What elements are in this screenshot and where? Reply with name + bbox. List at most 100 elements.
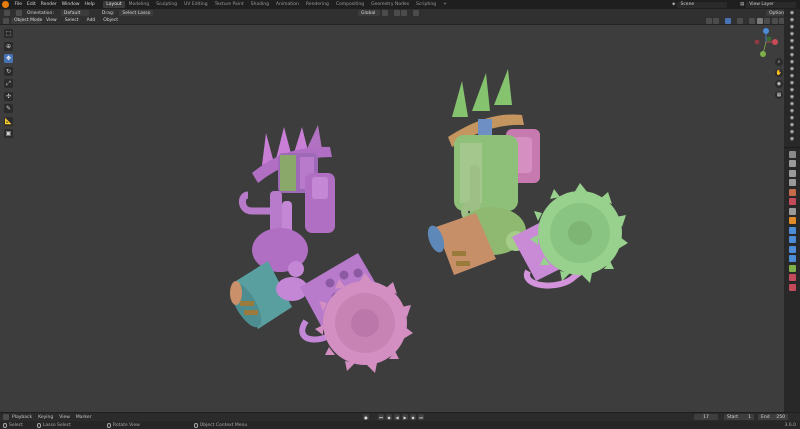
add-workspace-button[interactable]: + (440, 1, 450, 8)
tab-rendering[interactable]: Rendering (303, 1, 332, 8)
viewport-shading-controls (704, 17, 785, 25)
tool-icon[interactable] (4, 10, 10, 16)
gizmo-toggle-icon[interactable] (713, 17, 719, 24)
record-icon[interactable]: ● (363, 414, 369, 420)
playback-menu[interactable]: Playback (9, 415, 35, 420)
shading-rendered-icon[interactable] (771, 17, 778, 24)
eye-icon[interactable]: ◉ (784, 58, 800, 65)
eye-icon[interactable]: ◉ (784, 16, 800, 23)
tab-layout[interactable]: Layout (103, 1, 125, 8)
eye-icon[interactable]: ◉ (784, 128, 800, 135)
eye-icon[interactable]: ◉ (784, 79, 800, 86)
menu-edit[interactable]: Edit (25, 2, 39, 7)
end-frame-field[interactable]: End 250 (758, 414, 788, 420)
options-dropdown[interactable]: Options (766, 10, 786, 16)
move-tool-icon[interactable] (16, 10, 22, 16)
collection-properties-icon[interactable] (788, 207, 796, 215)
eye-icon[interactable]: ◉ (784, 135, 800, 142)
scene-name-field[interactable]: Scene (677, 1, 728, 8)
eye-icon[interactable]: ◉ (784, 65, 800, 72)
data-properties-icon[interactable] (788, 264, 796, 272)
eye-icon[interactable]: ◉ (784, 23, 800, 30)
visibility-icon[interactable] (705, 17, 712, 24)
shading-wireframe-icon[interactable] (749, 17, 755, 24)
outliner-strip[interactable]: ◉ ◉ ◉ ◉ ◉ ◉ ◉ ◉ ◉ ◉ ◉ ◉ ◉ ◉ ◉ ◉ ◉ ◉ ◉ (784, 9, 800, 147)
xray-icon[interactable] (737, 17, 743, 24)
tab-animation[interactable]: Animation (273, 1, 302, 8)
scene-selector[interactable]: ◈ Scene (672, 1, 728, 8)
tool-properties-icon[interactable] (788, 150, 796, 158)
tab-texture-paint[interactable]: Texture Paint (212, 1, 247, 8)
proportional-edit-icon[interactable] (413, 10, 419, 16)
constraints-properties-icon[interactable] (788, 255, 796, 262)
tab-compositing[interactable]: Compositing (333, 1, 367, 8)
tab-modeling[interactable]: Modeling (126, 1, 152, 8)
texture-properties-icon[interactable] (788, 283, 796, 291)
eye-icon[interactable]: ◉ (784, 51, 800, 58)
transform-space-dropdown[interactable]: Global (358, 10, 380, 16)
shading-solid-icon[interactable] (756, 17, 763, 24)
view-layer-name-field[interactable]: View Layer (746, 1, 797, 8)
marker-menu[interactable]: Marker (73, 415, 95, 420)
pivot-icon[interactable] (381, 10, 388, 16)
eye-icon[interactable]: ◉ (784, 93, 800, 100)
menu-help[interactable]: Help (82, 2, 97, 7)
start-frame-field[interactable]: Start 1 (724, 414, 754, 420)
menu-object[interactable]: Object (100, 18, 121, 24)
blender-logo-icon[interactable] (2, 1, 9, 8)
prev-keyframe-icon[interactable]: ◆ (386, 414, 392, 420)
tab-scripting[interactable]: Scripting (413, 1, 439, 8)
eye-icon[interactable]: ◉ (784, 30, 800, 37)
modifier-properties-icon[interactable] (788, 226, 796, 234)
timeline-view-menu[interactable]: View (56, 415, 73, 420)
world-properties-icon[interactable] (788, 198, 796, 205)
tab-shading[interactable]: Shading (248, 1, 272, 8)
eye-icon[interactable]: ◉ (784, 9, 800, 16)
menu-view[interactable]: View (43, 18, 60, 24)
particles-properties-icon[interactable] (788, 236, 796, 243)
eye-icon[interactable]: ◉ (784, 86, 800, 93)
next-keyframe-icon[interactable]: ◆ (410, 414, 416, 420)
shading-material-icon[interactable] (764, 17, 770, 24)
jump-end-icon[interactable]: ⏭ (418, 414, 424, 420)
eye-icon[interactable]: ◉ (784, 100, 800, 107)
menu-window[interactable]: Window (59, 2, 82, 7)
view-layer-properties-icon[interactable] (788, 179, 796, 186)
eye-icon[interactable]: ◉ (784, 114, 800, 121)
eye-icon[interactable]: ◉ (784, 72, 800, 79)
eye-icon[interactable]: ◉ (784, 44, 800, 51)
eye-icon[interactable]: ◉ (784, 37, 800, 44)
status-rotate: Rotate View (106, 422, 140, 428)
snap-target-icon[interactable] (401, 10, 407, 16)
snap-icon[interactable] (393, 10, 400, 16)
play-icon[interactable]: ▶ (402, 414, 408, 420)
3d-viewport[interactable]: ⬚ ⊕ ✥ ↻ ⤢ ✣ ✎ 📐 ▣ ⌕ ✋ ◉ ▦ (0, 25, 784, 412)
play-reverse-icon[interactable]: ◀ (394, 414, 400, 420)
mode-dropdown[interactable]: Object Mode (11, 17, 42, 24)
drag-dropdown[interactable]: Select Lasso (119, 10, 154, 16)
tab-uv-editing[interactable]: UV Editing (181, 1, 210, 8)
menu-file[interactable]: File (12, 2, 25, 7)
material-properties-icon[interactable] (788, 274, 796, 281)
render-properties-icon[interactable] (788, 160, 796, 167)
eye-icon[interactable]: ◉ (784, 107, 800, 114)
physics-properties-icon[interactable] (788, 245, 796, 253)
orientation-dropdown[interactable]: Default (60, 10, 89, 16)
pink-saw-arm-model[interactable] (225, 125, 413, 373)
green-saw-arm-model[interactable] (425, 69, 628, 289)
object-properties-icon[interactable] (788, 217, 796, 224)
current-frame-field[interactable]: 17 (694, 414, 718, 420)
editor-type-icon[interactable] (3, 17, 9, 24)
scene-properties-icon[interactable] (788, 188, 796, 196)
overlay-toggle-icon[interactable] (725, 17, 731, 24)
tab-geometry-nodes[interactable]: Geometry Nodes (368, 1, 412, 8)
menu-render[interactable]: Render (38, 2, 59, 7)
output-properties-icon[interactable] (788, 169, 796, 177)
menu-add[interactable]: Add (84, 18, 99, 24)
tab-sculpting[interactable]: Sculpting (153, 1, 180, 8)
eye-icon[interactable]: ◉ (784, 121, 800, 128)
jump-start-icon[interactable]: ⏮ (378, 414, 384, 420)
menu-select[interactable]: Select (62, 18, 82, 24)
view-layer-selector[interactable]: ▤ View Layer (740, 1, 797, 8)
keying-menu[interactable]: Keying (35, 415, 56, 420)
